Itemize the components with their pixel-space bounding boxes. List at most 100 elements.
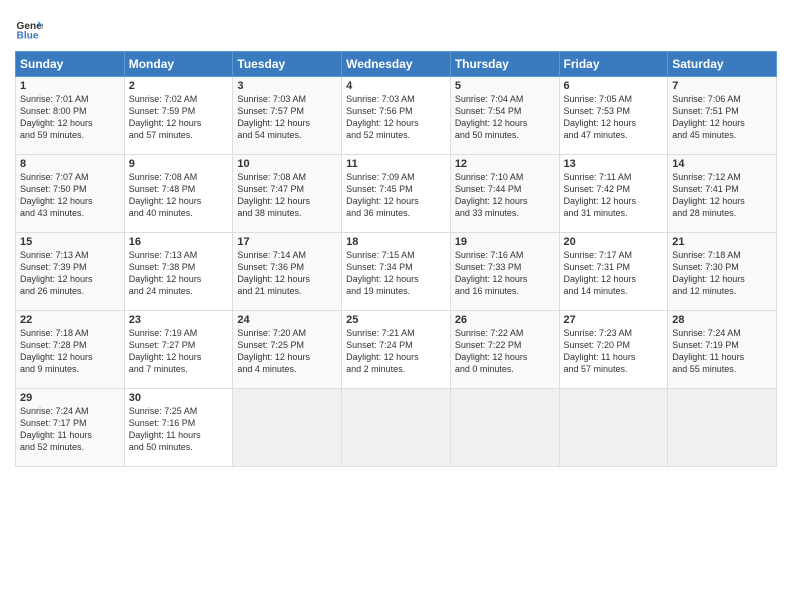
day-number: 19 bbox=[455, 236, 555, 248]
day-info: Sunrise: 7:13 AMSunset: 7:38 PMDaylight:… bbox=[129, 249, 229, 298]
day-info: Sunrise: 7:13 AMSunset: 7:39 PMDaylight:… bbox=[20, 249, 120, 298]
calendar-week-row: 15Sunrise: 7:13 AMSunset: 7:39 PMDayligh… bbox=[16, 233, 777, 311]
calendar-cell: 15Sunrise: 7:13 AMSunset: 7:39 PMDayligh… bbox=[16, 233, 125, 311]
calendar-week-row: 8Sunrise: 7:07 AMSunset: 7:50 PMDaylight… bbox=[16, 155, 777, 233]
calendar-cell: 19Sunrise: 7:16 AMSunset: 7:33 PMDayligh… bbox=[450, 233, 559, 311]
day-number: 10 bbox=[237, 158, 337, 170]
day-number: 7 bbox=[672, 80, 772, 92]
day-info: Sunrise: 7:25 AMSunset: 7:16 PMDaylight:… bbox=[129, 405, 229, 454]
logo: General Blue bbox=[15, 15, 47, 43]
calendar-cell bbox=[559, 389, 668, 467]
calendar-week-row: 1Sunrise: 7:01 AMSunset: 8:00 PMDaylight… bbox=[16, 77, 777, 155]
day-info: Sunrise: 7:15 AMSunset: 7:34 PMDaylight:… bbox=[346, 249, 446, 298]
col-header-thursday: Thursday bbox=[450, 52, 559, 77]
day-number: 21 bbox=[672, 236, 772, 248]
day-info: Sunrise: 7:08 AMSunset: 7:47 PMDaylight:… bbox=[237, 171, 337, 220]
day-info: Sunrise: 7:09 AMSunset: 7:45 PMDaylight:… bbox=[346, 171, 446, 220]
day-info: Sunrise: 7:20 AMSunset: 7:25 PMDaylight:… bbox=[237, 327, 337, 376]
calendar-cell bbox=[668, 389, 777, 467]
day-number: 5 bbox=[455, 80, 555, 92]
calendar-cell: 16Sunrise: 7:13 AMSunset: 7:38 PMDayligh… bbox=[124, 233, 233, 311]
day-info: Sunrise: 7:06 AMSunset: 7:51 PMDaylight:… bbox=[672, 93, 772, 142]
calendar-cell: 12Sunrise: 7:10 AMSunset: 7:44 PMDayligh… bbox=[450, 155, 559, 233]
day-number: 3 bbox=[237, 80, 337, 92]
day-info: Sunrise: 7:02 AMSunset: 7:59 PMDaylight:… bbox=[129, 93, 229, 142]
day-number: 22 bbox=[20, 314, 120, 326]
calendar-cell: 10Sunrise: 7:08 AMSunset: 7:47 PMDayligh… bbox=[233, 155, 342, 233]
calendar-cell: 4Sunrise: 7:03 AMSunset: 7:56 PMDaylight… bbox=[342, 77, 451, 155]
day-info: Sunrise: 7:01 AMSunset: 8:00 PMDaylight:… bbox=[20, 93, 120, 142]
calendar-cell: 17Sunrise: 7:14 AMSunset: 7:36 PMDayligh… bbox=[233, 233, 342, 311]
calendar-cell: 9Sunrise: 7:08 AMSunset: 7:48 PMDaylight… bbox=[124, 155, 233, 233]
calendar-cell: 14Sunrise: 7:12 AMSunset: 7:41 PMDayligh… bbox=[668, 155, 777, 233]
day-info: Sunrise: 7:17 AMSunset: 7:31 PMDaylight:… bbox=[564, 249, 664, 298]
day-info: Sunrise: 7:18 AMSunset: 7:30 PMDaylight:… bbox=[672, 249, 772, 298]
day-info: Sunrise: 7:24 AMSunset: 7:17 PMDaylight:… bbox=[20, 405, 120, 454]
calendar-cell: 13Sunrise: 7:11 AMSunset: 7:42 PMDayligh… bbox=[559, 155, 668, 233]
calendar-cell: 22Sunrise: 7:18 AMSunset: 7:28 PMDayligh… bbox=[16, 311, 125, 389]
day-number: 12 bbox=[455, 158, 555, 170]
day-info: Sunrise: 7:10 AMSunset: 7:44 PMDaylight:… bbox=[455, 171, 555, 220]
calendar-cell: 30Sunrise: 7:25 AMSunset: 7:16 PMDayligh… bbox=[124, 389, 233, 467]
day-info: Sunrise: 7:07 AMSunset: 7:50 PMDaylight:… bbox=[20, 171, 120, 220]
day-number: 4 bbox=[346, 80, 446, 92]
day-number: 17 bbox=[237, 236, 337, 248]
svg-text:Blue: Blue bbox=[17, 30, 39, 41]
day-number: 26 bbox=[455, 314, 555, 326]
day-info: Sunrise: 7:04 AMSunset: 7:54 PMDaylight:… bbox=[455, 93, 555, 142]
day-info: Sunrise: 7:16 AMSunset: 7:33 PMDaylight:… bbox=[455, 249, 555, 298]
day-number: 23 bbox=[129, 314, 229, 326]
day-info: Sunrise: 7:05 AMSunset: 7:53 PMDaylight:… bbox=[564, 93, 664, 142]
col-header-monday: Monday bbox=[124, 52, 233, 77]
day-number: 28 bbox=[672, 314, 772, 326]
calendar-table: SundayMondayTuesdayWednesdayThursdayFrid… bbox=[15, 51, 777, 467]
day-info: Sunrise: 7:14 AMSunset: 7:36 PMDaylight:… bbox=[237, 249, 337, 298]
calendar-container: General Blue SundayMondayTuesdayWednesda… bbox=[0, 0, 792, 477]
day-number: 11 bbox=[346, 158, 446, 170]
day-info: Sunrise: 7:22 AMSunset: 7:22 PMDaylight:… bbox=[455, 327, 555, 376]
calendar-cell bbox=[450, 389, 559, 467]
calendar-cell: 26Sunrise: 7:22 AMSunset: 7:22 PMDayligh… bbox=[450, 311, 559, 389]
calendar-cell: 28Sunrise: 7:24 AMSunset: 7:19 PMDayligh… bbox=[668, 311, 777, 389]
calendar-cell: 20Sunrise: 7:17 AMSunset: 7:31 PMDayligh… bbox=[559, 233, 668, 311]
day-number: 14 bbox=[672, 158, 772, 170]
day-info: Sunrise: 7:23 AMSunset: 7:20 PMDaylight:… bbox=[564, 327, 664, 376]
day-info: Sunrise: 7:03 AMSunset: 7:56 PMDaylight:… bbox=[346, 93, 446, 142]
header-area: General Blue bbox=[15, 10, 777, 43]
calendar-cell bbox=[342, 389, 451, 467]
calendar-cell: 18Sunrise: 7:15 AMSunset: 7:34 PMDayligh… bbox=[342, 233, 451, 311]
calendar-cell: 8Sunrise: 7:07 AMSunset: 7:50 PMDaylight… bbox=[16, 155, 125, 233]
calendar-cell: 21Sunrise: 7:18 AMSunset: 7:30 PMDayligh… bbox=[668, 233, 777, 311]
day-info: Sunrise: 7:12 AMSunset: 7:41 PMDaylight:… bbox=[672, 171, 772, 220]
day-number: 18 bbox=[346, 236, 446, 248]
day-info: Sunrise: 7:03 AMSunset: 7:57 PMDaylight:… bbox=[237, 93, 337, 142]
day-info: Sunrise: 7:24 AMSunset: 7:19 PMDaylight:… bbox=[672, 327, 772, 376]
calendar-cell: 23Sunrise: 7:19 AMSunset: 7:27 PMDayligh… bbox=[124, 311, 233, 389]
calendar-cell: 1Sunrise: 7:01 AMSunset: 8:00 PMDaylight… bbox=[16, 77, 125, 155]
col-header-friday: Friday bbox=[559, 52, 668, 77]
day-info: Sunrise: 7:21 AMSunset: 7:24 PMDaylight:… bbox=[346, 327, 446, 376]
day-number: 29 bbox=[20, 392, 120, 404]
calendar-cell: 24Sunrise: 7:20 AMSunset: 7:25 PMDayligh… bbox=[233, 311, 342, 389]
calendar-cell: 27Sunrise: 7:23 AMSunset: 7:20 PMDayligh… bbox=[559, 311, 668, 389]
day-number: 16 bbox=[129, 236, 229, 248]
day-number: 1 bbox=[20, 80, 120, 92]
calendar-week-row: 29Sunrise: 7:24 AMSunset: 7:17 PMDayligh… bbox=[16, 389, 777, 467]
calendar-cell: 6Sunrise: 7:05 AMSunset: 7:53 PMDaylight… bbox=[559, 77, 668, 155]
day-number: 25 bbox=[346, 314, 446, 326]
day-number: 6 bbox=[564, 80, 664, 92]
calendar-cell: 3Sunrise: 7:03 AMSunset: 7:57 PMDaylight… bbox=[233, 77, 342, 155]
day-info: Sunrise: 7:19 AMSunset: 7:27 PMDaylight:… bbox=[129, 327, 229, 376]
day-number: 8 bbox=[20, 158, 120, 170]
col-header-sunday: Sunday bbox=[16, 52, 125, 77]
col-header-tuesday: Tuesday bbox=[233, 52, 342, 77]
day-number: 20 bbox=[564, 236, 664, 248]
day-info: Sunrise: 7:11 AMSunset: 7:42 PMDaylight:… bbox=[564, 171, 664, 220]
calendar-cell: 25Sunrise: 7:21 AMSunset: 7:24 PMDayligh… bbox=[342, 311, 451, 389]
logo-icon: General Blue bbox=[15, 15, 43, 43]
day-number: 15 bbox=[20, 236, 120, 248]
calendar-week-row: 22Sunrise: 7:18 AMSunset: 7:28 PMDayligh… bbox=[16, 311, 777, 389]
calendar-cell: 2Sunrise: 7:02 AMSunset: 7:59 PMDaylight… bbox=[124, 77, 233, 155]
day-number: 30 bbox=[129, 392, 229, 404]
calendar-cell: 11Sunrise: 7:09 AMSunset: 7:45 PMDayligh… bbox=[342, 155, 451, 233]
